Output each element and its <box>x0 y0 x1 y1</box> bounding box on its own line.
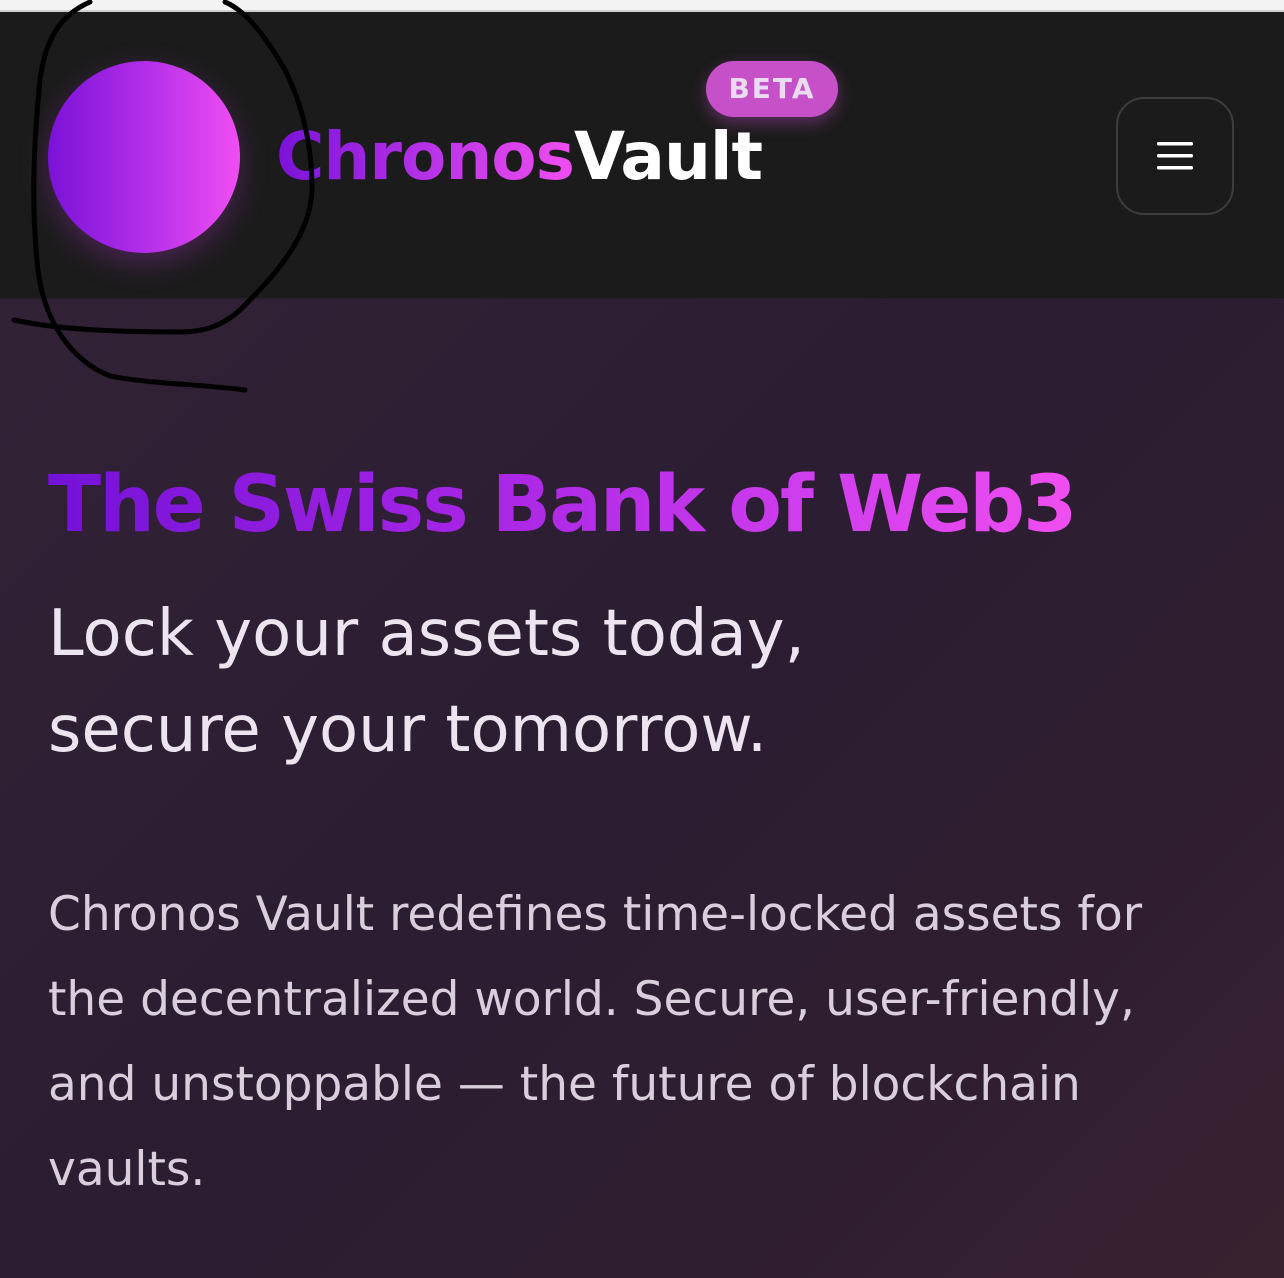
hero-section: The Swiss Bank of Web3 Lock your assets … <box>0 300 1284 1278</box>
brand-name-chronos: Chronos <box>276 118 575 195</box>
logo-orb-icon[interactable] <box>48 61 240 253</box>
hamburger-menu-icon <box>1157 142 1193 170</box>
brand-logo[interactable]: ChronosVault <box>276 112 763 202</box>
hero-description: Chronos Vault redefines time-locked asse… <box>48 887 1143 1197</box>
site-header: ChronosVault BETA <box>0 12 1284 300</box>
browser-top-edge <box>0 0 1284 12</box>
beta-badge: BETA <box>706 61 838 117</box>
brand-name-vault: Vault <box>573 118 763 195</box>
hero-headline: The Swiss Bank of Web3 <box>48 450 1077 560</box>
tagline-line-1: Lock your assets today, <box>48 597 805 671</box>
menu-button[interactable] <box>1116 97 1234 215</box>
hero-tagline: Lock your assets today, secure your tomo… <box>48 586 1228 778</box>
tagline-line-2: secure your tomorrow. <box>48 693 768 767</box>
page: ChronosVault BETA The Swiss Bank of Web3… <box>0 0 1284 1278</box>
